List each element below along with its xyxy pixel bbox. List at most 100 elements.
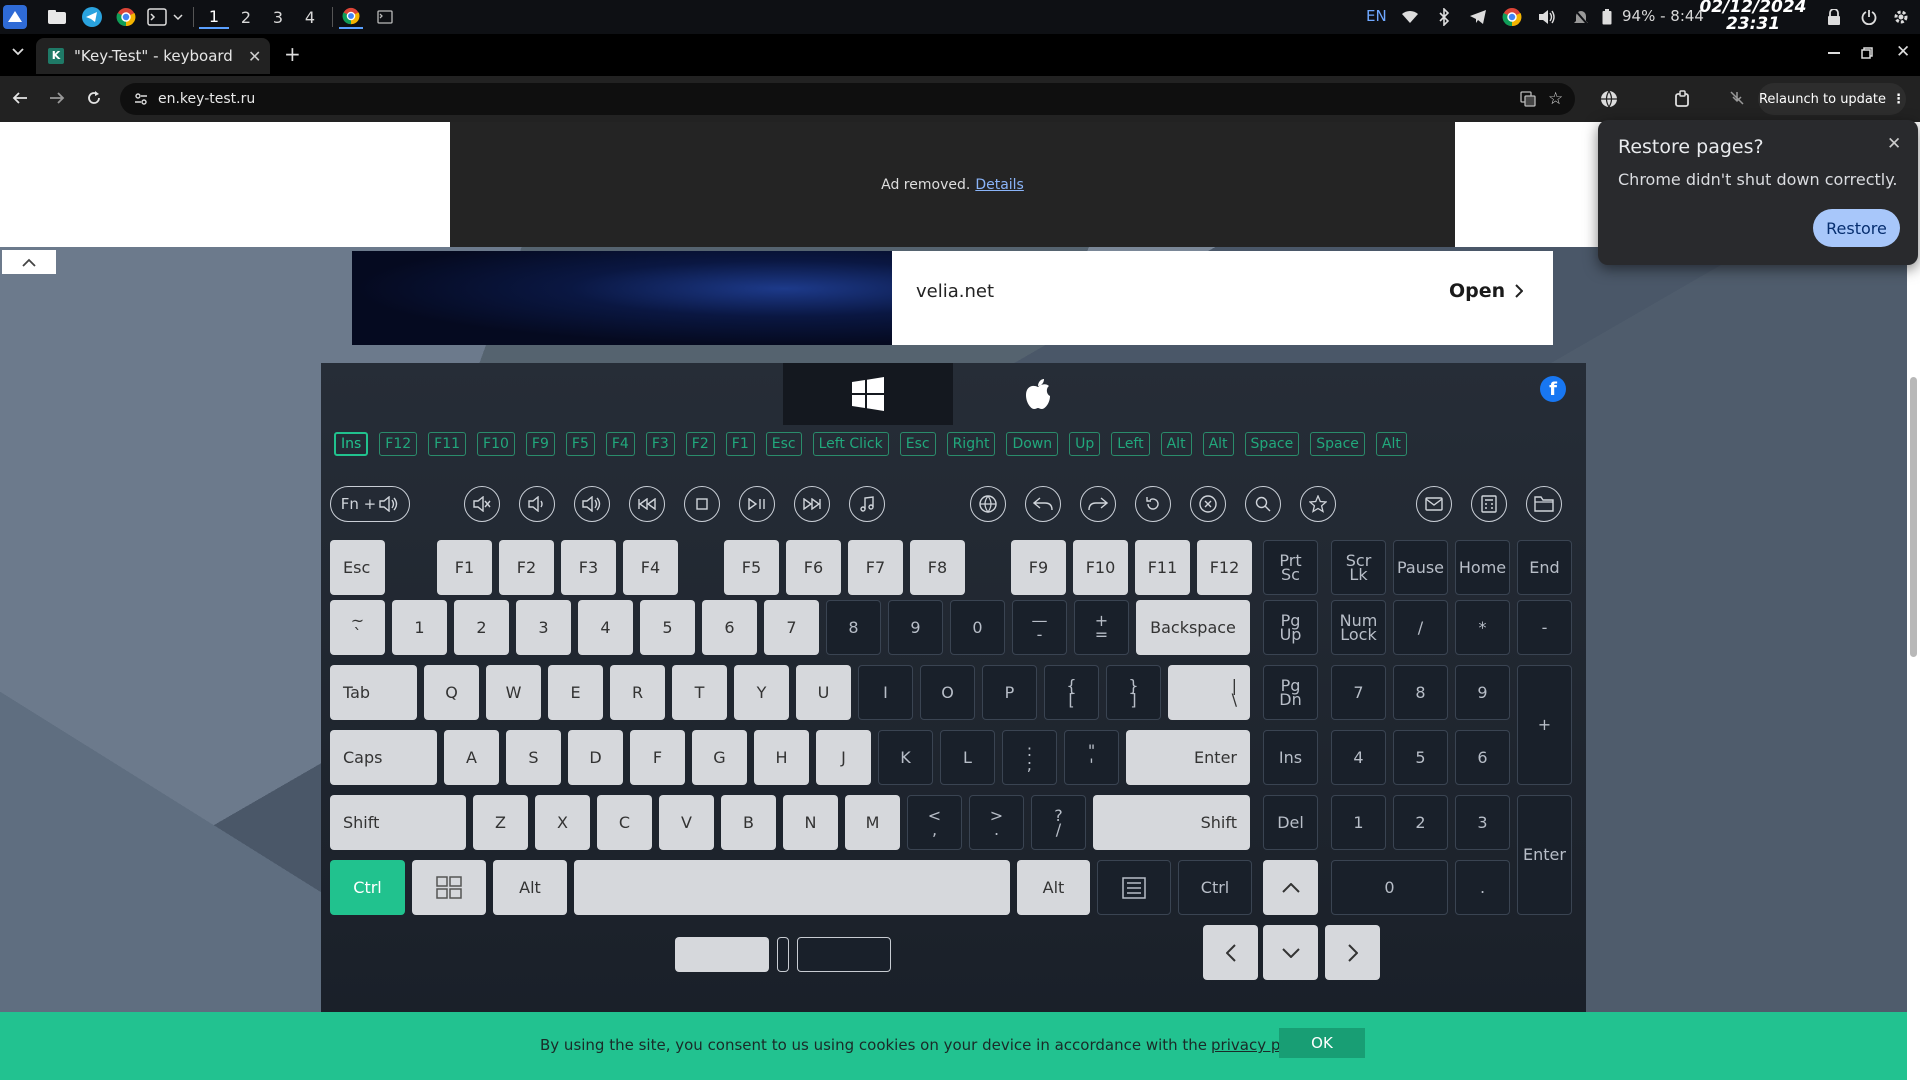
key-8[interactable]: 8 [826, 600, 881, 655]
key-numpad-enter[interactable]: Enter [1517, 795, 1572, 915]
key-numpad-subtract[interactable]: - [1517, 600, 1572, 655]
key-numpad-8[interactable]: 8 [1393, 665, 1448, 720]
key-numpad-0[interactable]: 0 [1331, 860, 1448, 915]
key-f5[interactable]: F5 [724, 540, 779, 595]
key-numpad-divide[interactable]: / [1393, 600, 1448, 655]
key-f7[interactable]: F7 [848, 540, 903, 595]
file-manager-icon[interactable] [45, 5, 69, 29]
key-b[interactable]: B [721, 795, 776, 850]
key-numpad-6[interactable]: 6 [1455, 730, 1510, 785]
key-caps-lock[interactable]: Caps [330, 730, 437, 785]
key-v[interactable]: V [659, 795, 714, 850]
key-num-lock[interactable]: Num Lock [1331, 600, 1386, 655]
tab-search-icon[interactable] [12, 48, 24, 56]
key-numpad-multiply[interactable]: * [1455, 600, 1510, 655]
key-end[interactable]: End [1517, 540, 1572, 595]
browser-back-button[interactable] [1025, 486, 1061, 522]
telegram-tray-icon[interactable] [1466, 5, 1490, 29]
key-enter[interactable]: Enter [1126, 730, 1250, 785]
mouse-right-button[interactable] [797, 937, 891, 972]
notifications-off-icon[interactable] [1569, 5, 1593, 29]
key-j[interactable]: J [816, 730, 871, 785]
extensions-icon[interactable] [1674, 90, 1692, 108]
key-esc[interactable]: Esc [330, 540, 385, 595]
scrollbar-thumb[interactable] [1910, 377, 1917, 657]
key-i[interactable]: I [858, 665, 913, 720]
chrome-window-icon[interactable] [339, 5, 363, 29]
terminal-icon[interactable] [145, 5, 169, 29]
volume-icon[interactable] [1535, 5, 1559, 29]
key-left-alt[interactable]: Alt [493, 860, 567, 915]
browser-stop-button[interactable] [1190, 486, 1226, 522]
workspace-1[interactable]: 1 [199, 5, 229, 29]
chrome-icon[interactable] [114, 5, 138, 29]
key-u[interactable]: U [796, 665, 851, 720]
language-indicator[interactable]: EN [1366, 7, 1387, 25]
settings-icon[interactable] [1889, 5, 1913, 29]
browser-tab[interactable]: K "Key-Test" - keyboard te ✕ [36, 38, 270, 74]
key-minus[interactable]: — - [1012, 600, 1067, 655]
windows-layout-tab[interactable] [783, 363, 953, 425]
next-track-button[interactable] [794, 486, 830, 522]
key-quote[interactable]: " ' [1064, 730, 1119, 785]
key-space[interactable] [574, 860, 1010, 915]
key-numpad-5[interactable]: 5 [1393, 730, 1448, 785]
key-period[interactable]: >. [969, 795, 1024, 850]
key-right-alt[interactable]: Alt [1017, 860, 1090, 915]
mail-button[interactable] [1416, 486, 1452, 522]
key-m[interactable]: M [845, 795, 900, 850]
key-z[interactable]: Z [473, 795, 528, 850]
key-right-bracket[interactable]: }] [1106, 665, 1161, 720]
back-icon[interactable] [12, 90, 28, 106]
fn-volume-button[interactable]: Fn + [330, 486, 410, 522]
my-computer-button[interactable] [1526, 486, 1562, 522]
key-y[interactable]: Y [734, 665, 789, 720]
collapse-button[interactable] [2, 250, 56, 274]
key-f9[interactable]: F9 [1011, 540, 1066, 595]
relaunch-to-update-button[interactable]: Relaunch to update ⋮ [1758, 83, 1906, 115]
key-h[interactable]: H [754, 730, 809, 785]
restore-window-icon[interactable] [1861, 47, 1873, 59]
key-q[interactable]: Q [424, 665, 479, 720]
kebab-menu-icon[interactable]: ⋮ [1892, 92, 1905, 107]
key-insert[interactable]: Ins [1263, 730, 1318, 785]
key-f3[interactable]: F3 [561, 540, 616, 595]
key-n[interactable]: N [783, 795, 838, 850]
key-t[interactable]: T [672, 665, 727, 720]
close-icon[interactable]: ✕ [1887, 134, 1901, 154]
app-menu-icon[interactable] [3, 5, 27, 29]
key-f2[interactable]: F2 [499, 540, 554, 595]
key-l[interactable]: L [940, 730, 995, 785]
downloads-paused-icon[interactable] [1729, 90, 1745, 106]
tab-close-icon[interactable]: ✕ [248, 47, 261, 66]
browser-forward-button[interactable] [1080, 486, 1116, 522]
key-tab[interactable]: Tab [330, 665, 417, 720]
telegram-icon[interactable] [80, 5, 104, 29]
play-pause-button[interactable] [739, 486, 775, 522]
page-scrollbar[interactable] [1907, 247, 1920, 1080]
key-arrow-down[interactable] [1263, 925, 1318, 980]
key-k[interactable]: K [878, 730, 933, 785]
key-page-up[interactable]: Pg Up [1263, 600, 1318, 655]
calculator-button[interactable] [1471, 486, 1507, 522]
key-x[interactable]: X [535, 795, 590, 850]
browser-refresh-button[interactable] [1135, 486, 1171, 522]
key-f8[interactable]: F8 [910, 540, 965, 595]
key-page-down[interactable]: Pg Dn [1263, 665, 1318, 720]
new-tab-icon[interactable]: + [284, 42, 301, 66]
key-backslash[interactable]: | \ [1168, 665, 1250, 720]
key-3[interactable]: 3 [516, 600, 571, 655]
key-semicolon[interactable]: :; [1002, 730, 1057, 785]
mac-layout-tab[interactable] [953, 363, 1123, 425]
key-context-menu[interactable] [1097, 860, 1171, 915]
key-arrow-right[interactable] [1325, 925, 1380, 980]
key-numpad-1[interactable]: 1 [1331, 795, 1386, 850]
key-1[interactable]: 1 [392, 600, 447, 655]
address-bar[interactable]: en.key-test.ru ☆ [120, 83, 1575, 115]
extension-globe-icon[interactable] [1600, 90, 1618, 108]
lock-icon[interactable] [1822, 5, 1846, 29]
key-7[interactable]: 7 [764, 600, 819, 655]
workspace-4[interactable]: 4 [295, 5, 325, 29]
ad-open-button[interactable]: Open [1449, 280, 1524, 302]
key-c[interactable]: C [597, 795, 652, 850]
